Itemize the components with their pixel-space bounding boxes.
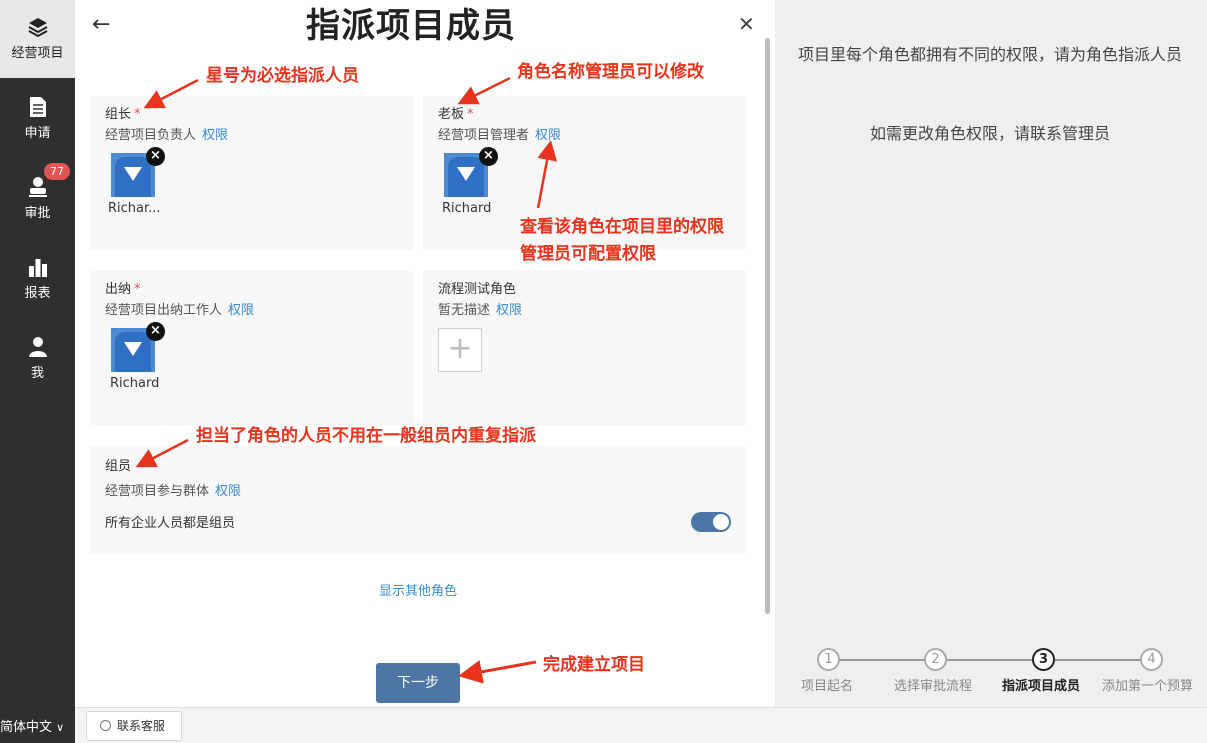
show-more-roles-link[interactable]: 显示其他角色 <box>379 580 457 599</box>
all-members-toggle[interactable] <box>691 512 731 532</box>
role-card-cashier: 出纳 * 经营项目出纳工作人 权限 × Richard <box>90 271 413 425</box>
nav-item-me[interactable]: 我 <box>0 328 75 406</box>
nav-label: 申请 <box>24 126 51 141</box>
step-circle-active: 3 <box>1032 648 1055 671</box>
help-text-admin: 如需更改角色权限，请联系管理员 <box>869 124 1110 143</box>
help-panel <box>775 0 1207 707</box>
remove-member-icon[interactable]: × <box>146 322 165 341</box>
stepper-line <box>840 659 1140 661</box>
bar-chart-icon <box>28 259 47 277</box>
nav-label: 审批 <box>24 206 51 221</box>
role-name: 组员 <box>105 459 132 474</box>
support-label: 联系客服 <box>117 719 166 733</box>
page-title: 指派项目成员 <box>306 6 516 46</box>
headset-icon <box>100 720 111 731</box>
role-card-leader: 组长 * 经营项目负责人 权限 × Richar... <box>90 96 413 250</box>
required-asterisk: * <box>134 282 141 297</box>
step-circle: 1 <box>817 648 840 671</box>
nav-label: 我 <box>30 366 44 381</box>
nav-item-apply[interactable]: 申请 <box>0 88 75 166</box>
remove-member-icon[interactable]: × <box>146 147 165 166</box>
role-name: 老板 * <box>438 107 474 122</box>
member-name: Richar... <box>108 201 161 216</box>
approval-count-badge: 77 <box>44 163 70 180</box>
stamp-icon <box>28 177 47 197</box>
required-asterisk: * <box>134 107 141 122</box>
role-name: 组长 * <box>105 107 141 122</box>
chevron-down-icon: ∨ <box>56 721 65 734</box>
all-members-label: 所有企业人员都是组员 <box>105 516 236 531</box>
role-card-test: 流程测试角色 暂无描述 权限 + <box>423 271 746 425</box>
language-selector[interactable]: 简体中文 ∨ <box>0 716 75 735</box>
permission-link[interactable]: 权限 <box>202 128 228 143</box>
contact-support-button[interactable]: 联系客服 <box>86 711 182 741</box>
layers-icon <box>28 18 47 38</box>
back-arrow-icon[interactable]: ← <box>92 12 110 37</box>
annotation-permission-config: 管理员可配置权限 <box>520 244 656 264</box>
step-label: 选择审批流程 <box>894 679 973 694</box>
role-desc: 经营项目参与群体 权限 <box>105 484 242 499</box>
role-name: 出纳 * <box>105 282 141 297</box>
nav-item-projects[interactable]: 经营项目 <box>0 0 75 78</box>
step-circle: 2 <box>924 648 947 671</box>
language-label: 简体中文 <box>0 720 53 735</box>
role-card-members: 组员 经营项目参与群体 权限 所有企业人员都是组员 <box>90 446 746 554</box>
next-step-button[interactable]: 下一步 <box>376 663 460 703</box>
step-label: 项目起名 <box>801 679 854 694</box>
person-icon <box>28 337 47 357</box>
member-name: Richard <box>442 201 492 216</box>
annotation-finish: 完成建立项目 <box>543 655 645 675</box>
sidebar: 经营项目 申请 审批 77 报表 我 简体中文 ∨ <box>0 0 75 743</box>
step-label-active: 指派项目成员 <box>1002 679 1081 694</box>
permission-link[interactable]: 权限 <box>228 303 254 318</box>
role-desc: 暂无描述 权限 <box>438 303 523 318</box>
permission-link[interactable]: 权限 <box>535 128 561 143</box>
nav-label: 经营项目 <box>11 46 64 61</box>
document-icon <box>29 97 46 117</box>
nav-label: 报表 <box>24 286 51 301</box>
permission-link[interactable]: 权限 <box>215 484 241 499</box>
annotation-required: 星号为必选指派人员 <box>206 66 359 86</box>
step-circle: 4 <box>1140 648 1163 671</box>
member-name: Richard <box>110 376 160 391</box>
help-text-roles: 项目里每个角色都拥有不同的权限，请为角色指派人员 <box>797 45 1182 64</box>
close-icon[interactable]: ✕ <box>738 12 755 36</box>
bottom-bar <box>75 707 1207 743</box>
scrollbar[interactable] <box>765 38 770 614</box>
role-desc: 经营项目管理者 权限 <box>438 128 562 143</box>
annotation-rename: 角色名称管理员可以修改 <box>517 62 704 82</box>
add-member-button[interactable]: + <box>438 328 482 372</box>
nav-item-reports[interactable]: 报表 <box>0 248 75 326</box>
required-asterisk: * <box>467 107 474 122</box>
annotation-members: 担当了角色的人员不用在一般组员内重复指派 <box>196 426 536 446</box>
role-name: 流程测试角色 <box>438 282 517 297</box>
role-desc: 经营项目出纳工作人 权限 <box>105 303 255 318</box>
annotation-permission: 查看该角色在项目里的权限 <box>520 217 724 237</box>
permission-link[interactable]: 权限 <box>496 303 522 318</box>
role-desc: 经营项目负责人 权限 <box>105 128 229 143</box>
step-label: 添加第一个预算 <box>1102 679 1194 694</box>
remove-member-icon[interactable]: × <box>479 147 498 166</box>
